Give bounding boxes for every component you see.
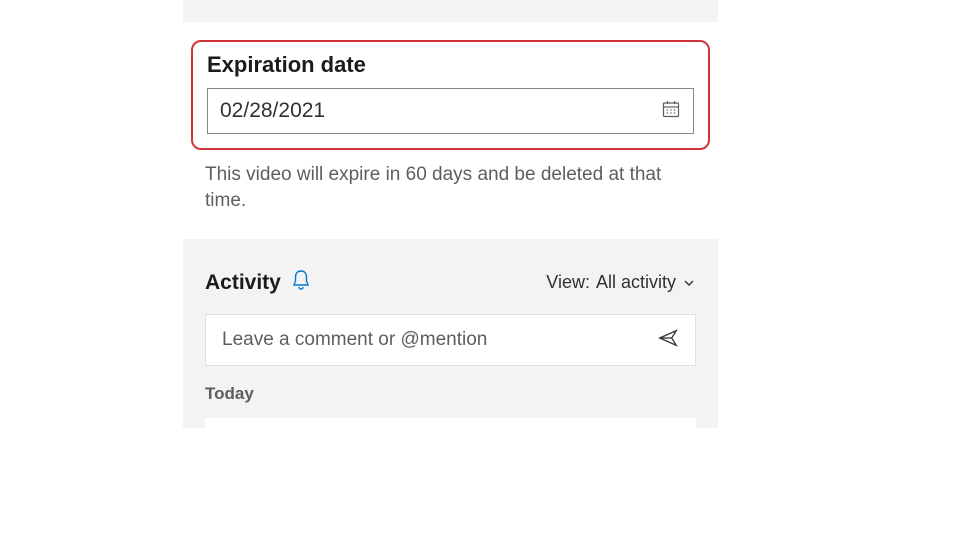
expiration-section: Expiration date xyxy=(183,40,718,213)
expiration-label: Expiration date xyxy=(207,52,694,78)
activity-view-filter[interactable]: View: All activity xyxy=(546,272,696,293)
expiration-help-text: This video will expire in 60 days and be… xyxy=(205,162,696,213)
activity-card xyxy=(205,418,696,428)
expiration-date-field[interactable] xyxy=(207,88,694,134)
activity-header: Activity View: All activity xyxy=(205,269,696,296)
calendar-icon[interactable] xyxy=(661,99,681,124)
view-filter-value: All activity xyxy=(596,272,676,293)
activity-section: Activity View: All activity xyxy=(183,239,718,428)
activity-today-label: Today xyxy=(205,384,696,404)
send-icon[interactable] xyxy=(657,327,679,354)
expiration-highlight-box: Expiration date xyxy=(191,40,710,150)
top-gray-strip xyxy=(183,0,718,22)
comment-box[interactable] xyxy=(205,314,696,366)
comment-input[interactable] xyxy=(222,329,657,351)
bell-icon[interactable] xyxy=(291,269,311,296)
view-filter-prefix: View: xyxy=(546,272,590,293)
expiration-date-input[interactable] xyxy=(220,99,661,123)
chevron-down-icon xyxy=(682,276,696,290)
activity-title: Activity xyxy=(205,271,281,295)
